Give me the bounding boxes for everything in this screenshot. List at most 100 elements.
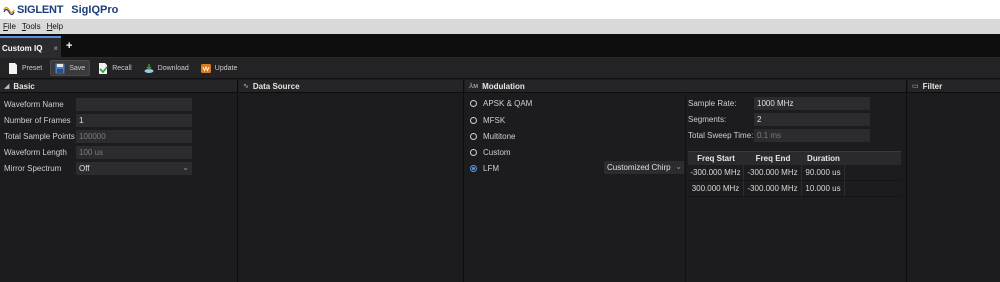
segments-field[interactable]: 2 [754, 113, 870, 126]
number-of-frames-field[interactable]: 1 [76, 114, 192, 127]
total-sweep-time-field: 0.1 ms [754, 129, 870, 142]
waveform-name-field[interactable] [76, 98, 192, 111]
table-cell[interactable]: 10.000 us [802, 181, 845, 196]
download-label: Download [157, 64, 189, 72]
table-cell[interactable]: -300.000 MHz [744, 181, 802, 196]
waveform-length-label: Waveform Length [4, 148, 67, 157]
total-sweep-time-row: Total Sweep Time: 0.1 ms [688, 129, 870, 142]
sweep-segments-table: Freq Start Freq End Duration -300.000 MH… [688, 151, 901, 197]
basic-panel-header[interactable]: ◢ Basic [0, 80, 237, 93]
add-tab-button[interactable]: + [66, 40, 72, 52]
sample-rate-label: Sample Rate: [688, 99, 737, 108]
radio-label: Custom [483, 148, 511, 157]
table-cell[interactable]: 90.000 us [802, 165, 845, 180]
mirror-spectrum-row: Mirror Spectrum Off ⌄ [4, 162, 192, 175]
collapse-arrow-icon: ◢ [4, 83, 10, 90]
radio-label: MFSK [483, 116, 506, 125]
data-source-panel: ∿ Data Source [239, 80, 464, 282]
radio-button[interactable] [470, 100, 477, 107]
divider [685, 94, 686, 282]
save-label: Save [69, 64, 86, 72]
modulation-panel: ⅄ᴍ Modulation APSK & QAM MFSK Multitone … [465, 80, 907, 282]
basic-panel: ◢ Basic Waveform Name Number of Frames 1… [0, 80, 238, 282]
waveform-name-label: Waveform Name [4, 100, 64, 109]
radio-multitone[interactable]: Multitone [470, 130, 515, 143]
radio-apsk-qam[interactable]: APSK & QAM [470, 97, 532, 110]
waveform-length-row: Waveform Length 100 us [4, 146, 192, 159]
close-icon[interactable]: × [53, 44, 58, 53]
filter-icon: ▭ [912, 83, 919, 90]
table-header: Freq Start Freq End Duration [688, 151, 901, 165]
radio-label: Multitone [483, 132, 516, 141]
modulation-panel-title: Modulation [482, 81, 525, 91]
menu-tools[interactable]: Tools [22, 22, 41, 31]
recall-label: Recall [112, 64, 132, 72]
column-header-duration[interactable]: Duration [802, 152, 845, 165]
radio-button[interactable] [470, 117, 477, 124]
update-icon [200, 63, 211, 73]
preset-label: Preset [22, 64, 43, 72]
download-button[interactable]: Download [140, 60, 193, 76]
radio-button-checked[interactable] [470, 165, 477, 172]
table-cell[interactable]: -300.000 MHz [744, 165, 802, 180]
mirror-spectrum-label: Mirror Spectrum [4, 164, 62, 173]
update-button[interactable]: Update [197, 60, 242, 76]
waveform-name-row: Waveform Name [4, 98, 192, 111]
tab-custom-iq[interactable]: Custom IQ × [0, 36, 61, 58]
toolbar: Preset Save Recall Download Update [0, 58, 1000, 79]
radio-label: LFM [483, 164, 499, 173]
app-title: SigIQPro [71, 3, 119, 16]
mirror-spectrum-value: Off [79, 164, 90, 173]
total-sweep-time-label: Total Sweep Time: [688, 131, 754, 140]
table-cell[interactable]: 300.000 MHz [688, 181, 744, 196]
total-sample-points-label: Total Sample Points [4, 132, 75, 141]
menu-file[interactable]: File [3, 22, 16, 31]
preset-button[interactable]: Preset [4, 60, 46, 76]
tab-label: Custom IQ [2, 43, 43, 53]
segments-row: Segments: 2 [688, 113, 870, 126]
filter-panel-title: Filter [922, 81, 943, 91]
waveform-length-field: 100 us [76, 146, 192, 159]
radio-mfsk[interactable]: MFSK [470, 114, 505, 127]
total-sample-points-row: Total Sample Points 100000 [4, 130, 192, 143]
data-source-panel-title: Data Source [252, 81, 300, 91]
waveform-icon: ∿ [243, 83, 249, 90]
modulation-icon: ⅄ᴍ [469, 83, 479, 90]
recall-file-icon [99, 62, 108, 74]
filter-panel-header[interactable]: ▭ Filter [908, 80, 1000, 93]
menu-help[interactable]: Help [47, 22, 63, 31]
segments-label: Segments: [688, 115, 727, 124]
table-row[interactable]: 300.000 MHz -300.000 MHz 10.000 us [688, 181, 901, 197]
lfm-mode-select[interactable]: Customized Chirp ⌄ [604, 161, 684, 174]
save-button[interactable]: Save [50, 60, 91, 76]
number-of-frames-label: Number of Frames [4, 116, 71, 125]
total-sample-points-field: 100000 [76, 130, 192, 143]
filter-panel: ▭ Filter [908, 80, 1000, 282]
data-source-panel-header[interactable]: ∿ Data Source [239, 80, 463, 93]
sample-rate-field[interactable]: 1000 MHz [754, 97, 870, 110]
floppy-disk-icon [55, 63, 65, 73]
siglent-logo-icon [3, 6, 15, 15]
document-icon [9, 62, 17, 74]
radio-label: APSK & QAM [483, 99, 533, 108]
column-header-freq-end[interactable]: Freq End [744, 152, 802, 165]
column-header-freq-start[interactable]: Freq Start [688, 152, 744, 165]
menu-bar: File Tools Help [0, 19, 1000, 34]
radio-button[interactable] [470, 133, 477, 140]
radio-custom[interactable]: Custom [470, 146, 511, 159]
lfm-mode-value: Customized Chirp [607, 163, 671, 172]
tab-bar: Custom IQ × + [0, 34, 1000, 58]
recall-button[interactable]: Recall [94, 60, 135, 76]
number-of-frames-row: Number of Frames 1 [4, 114, 192, 127]
brand-name: SIGLENT [17, 3, 64, 16]
basic-panel-title: Basic [13, 81, 35, 91]
radio-lfm[interactable]: LFM [470, 162, 499, 175]
mirror-spectrum-select[interactable]: Off ⌄ [76, 162, 192, 175]
table-cell[interactable]: -300.000 MHz [688, 165, 744, 180]
title-bar: SIGLENT SigIQPro [0, 0, 1000, 19]
sample-rate-row: Sample Rate: 1000 MHz [688, 97, 870, 110]
radio-button[interactable] [470, 149, 477, 156]
chevron-down-icon: ⌄ [675, 162, 682, 171]
modulation-panel-header[interactable]: ⅄ᴍ Modulation [465, 80, 906, 93]
table-row[interactable]: -300.000 MHz -300.000 MHz 90.000 us [688, 165, 901, 181]
